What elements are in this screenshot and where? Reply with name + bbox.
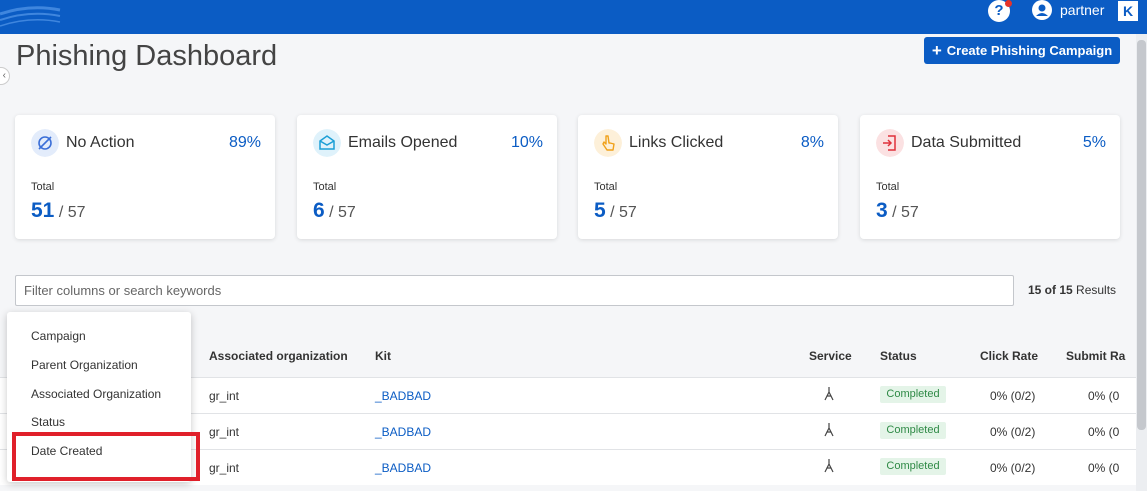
stat-total-label: Total: [594, 181, 618, 193]
dropdown-item-parent-organization[interactable]: Parent Organization: [31, 358, 138, 372]
stat-name: No Action: [66, 134, 135, 151]
stat-name: Data Submitted: [911, 134, 1022, 151]
data-submit-icon: [876, 129, 904, 157]
submit-rate-cell: 0% (0: [1088, 389, 1120, 403]
stat-card-no-action: No Action 89% Total 51 / 57: [15, 115, 275, 239]
status-badge: Completed: [880, 422, 946, 439]
stat-of-total: / 57: [892, 204, 919, 221]
stat-card-links-clicked: Links Clicked 8% Total 5 / 57: [578, 115, 838, 239]
stat-of-total: / 57: [610, 204, 637, 221]
service-icon: [824, 423, 834, 437]
click-rate-cell: 0% (0/2): [990, 389, 1036, 403]
dropdown-item-associated-organization[interactable]: Associated Organization: [31, 387, 161, 401]
org-cell: gr_int: [209, 425, 240, 439]
click-rate-cell: 0% (0/2): [990, 425, 1036, 439]
kit-link[interactable]: _BADBAD: [375, 461, 431, 475]
stat-card-emails-opened: Emails Opened 10% Total 6 / 57: [297, 115, 557, 239]
stat-count: 51: [31, 199, 55, 222]
no-action-icon: [31, 129, 59, 157]
stat-total-label: Total: [31, 181, 55, 193]
service-icon: [824, 459, 834, 473]
create-button-label: Create Phishing Campaign: [946, 43, 1113, 58]
logo-waves-icon: [0, 6, 61, 27]
status-badge: Completed: [880, 458, 946, 475]
column-header[interactable]: Service: [809, 349, 852, 363]
stat-of-total: / 57: [329, 204, 356, 221]
dropdown-item-campaign[interactable]: Campaign: [31, 329, 86, 343]
stat-of-total: / 57: [58, 204, 86, 221]
org-cell: gr_int: [209, 461, 240, 475]
results-label: Results: [1076, 283, 1117, 297]
top-navigation-bar: ? partner K: [0, 0, 1147, 34]
plus-icon: +: [931, 41, 942, 60]
column-header[interactable]: Status: [880, 349, 917, 363]
stat-percent: 8%: [800, 134, 824, 151]
kit-link[interactable]: _BADBAD: [375, 389, 431, 403]
column-header[interactable]: Click Rate: [980, 349, 1038, 363]
submit-rate-cell: 0% (0: [1088, 461, 1120, 475]
column-header[interactable]: Submit Ra: [1066, 349, 1125, 363]
page-title: Phishing Dashboard: [16, 40, 278, 72]
click-rate-cell: 0% (0/2): [990, 461, 1036, 475]
user-avatar-icon[interactable]: [1032, 0, 1052, 20]
dropdown-item-status[interactable]: Status: [31, 415, 65, 429]
status-badge: Completed: [880, 386, 946, 403]
service-icon: [824, 387, 834, 401]
stat-name: Emails Opened: [348, 134, 458, 151]
create-phishing-campaign-button[interactable]: + Create Phishing Campaign: [924, 37, 1120, 64]
column-header[interactable]: Associated organization: [209, 349, 348, 363]
column-header[interactable]: Kit: [375, 349, 391, 363]
results-count-value: 15 of 15: [1028, 283, 1073, 297]
annotation-highlight-box: [12, 432, 200, 481]
envelope-icon: [313, 129, 341, 157]
notification-dot: [1005, 0, 1012, 7]
scrollbar-thumb[interactable]: [1137, 40, 1146, 430]
search-input[interactable]: [15, 275, 1014, 306]
org-cell: gr_int: [209, 389, 240, 403]
stat-total-label: Total: [313, 181, 337, 193]
stat-name: Links Clicked: [629, 134, 724, 151]
stat-count: 3: [876, 199, 888, 222]
username-label[interactable]: partner: [1060, 2, 1104, 18]
stat-count: 6: [313, 199, 325, 222]
brand-logo-icon[interactable]: K: [1118, 1, 1138, 21]
stat-percent: 5%: [1082, 134, 1106, 151]
kit-link[interactable]: _BADBAD: [375, 425, 431, 439]
stat-count: 5: [594, 199, 606, 222]
stat-card-data-submitted: Data Submitted 5% Total 3 / 57: [860, 115, 1120, 239]
stat-percent: 10%: [510, 134, 543, 151]
stat-percent: 89%: [228, 134, 261, 151]
submit-rate-cell: 0% (0: [1088, 425, 1120, 439]
stat-total-label: Total: [876, 181, 900, 193]
pointer-hand-icon: [594, 129, 622, 157]
results-count: 15 of 15 Results: [1028, 283, 1116, 297]
sidebar-collapse-icon[interactable]: ‹: [0, 67, 10, 85]
